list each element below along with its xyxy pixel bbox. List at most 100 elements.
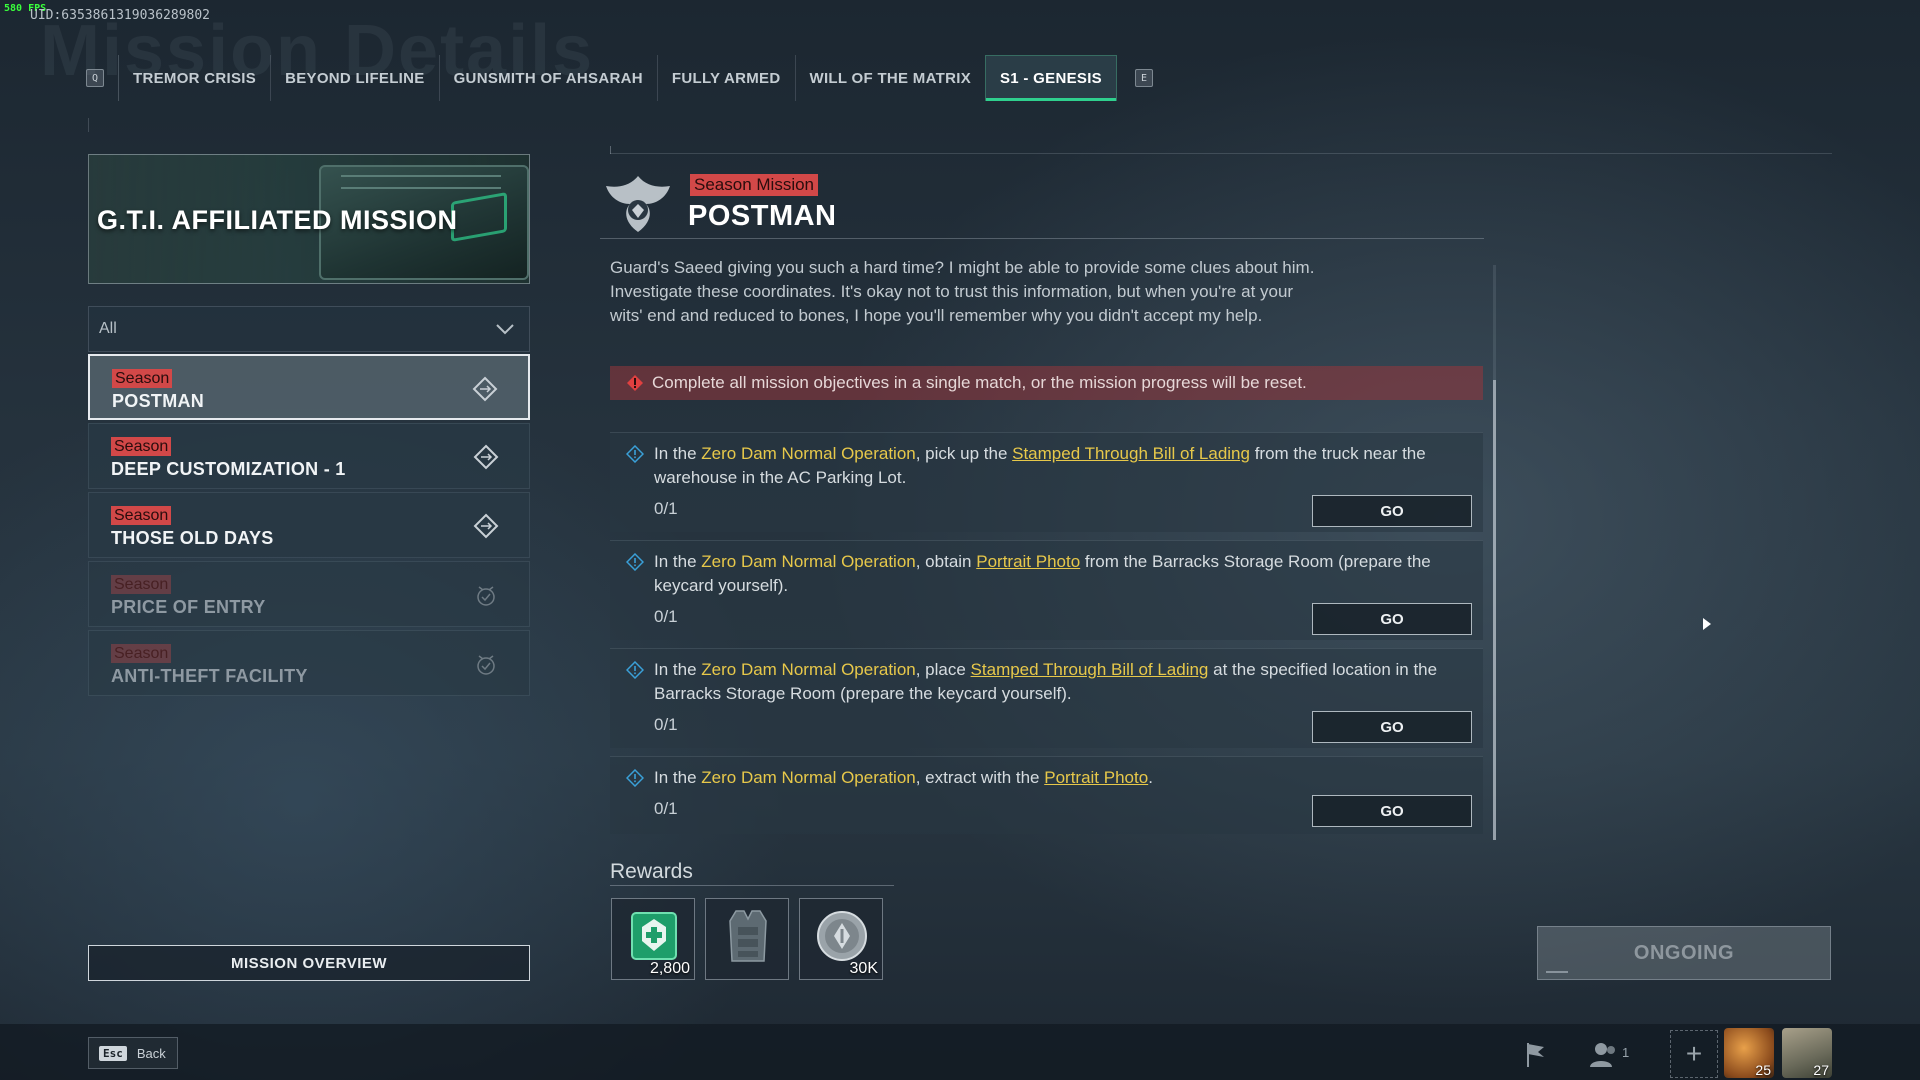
objective-info-icon (626, 661, 644, 679)
season-badge: Season (111, 437, 172, 456)
detail-scrollbar-thumb[interactable] (1493, 380, 1496, 840)
objective-text-part: , extract with the (915, 768, 1045, 787)
reward-item[interactable] (705, 898, 789, 980)
rewards-divider (610, 885, 894, 886)
objective-progress: 0/1 (654, 799, 678, 818)
item-link[interactable]: Portrait Photo (976, 552, 1080, 571)
back-button[interactable]: Esc Back (88, 1037, 178, 1069)
header-divider (610, 153, 1832, 154)
armor-vest-icon (729, 910, 767, 962)
objective-info-icon (626, 769, 644, 787)
go-button[interactable]: GO (1312, 711, 1472, 743)
esc-key: Esc (99, 1045, 127, 1061)
tab-fully-armed[interactable]: FULLY ARMED (656, 55, 795, 101)
objective-text: In the Zero Dam Normal Operation, pick u… (654, 442, 1464, 490)
add-squad-member-button[interactable]: + (1670, 1030, 1718, 1078)
avatar-level: 27 (1813, 1062, 1829, 1078)
chevron-down-icon (496, 324, 514, 335)
warning-icon (627, 375, 643, 391)
season-badge: Season (112, 369, 173, 388)
reward-item[interactable]: 30K (799, 898, 883, 980)
diamond-arrows-icon (473, 513, 499, 539)
objective-item: In the Zero Dam Normal Operation, pick u… (610, 432, 1483, 532)
friends-icon[interactable] (1586, 1037, 1622, 1073)
banner-title: G.T.I. AFFILIATED MISSION (97, 205, 458, 235)
go-button[interactable]: GO (1312, 603, 1472, 635)
season-mission-tag: Season Mission (690, 174, 819, 196)
mission-name: THOSE OLD DAYS (111, 528, 274, 548)
tab-beyond-lifeline[interactable]: BEYOND LIFELINE (270, 55, 439, 101)
go-button[interactable]: GO (1312, 795, 1472, 827)
objective-text-part: In the (654, 660, 702, 679)
objective-item: In the Zero Dam Normal Operation, extrac… (610, 756, 1483, 834)
objective-text-part: , pick up the (915, 444, 1013, 463)
title-divider (600, 238, 1484, 239)
header-divider-tick (610, 146, 611, 154)
avatar-level: 25 (1755, 1062, 1771, 1078)
completed-check-icon (477, 655, 495, 675)
mission-item-price-of-entry[interactable]: Season PRICE OF ENTRY (88, 561, 530, 627)
tab-tremor-crisis[interactable]: TREMOR CRISIS (118, 55, 270, 101)
eagle-emblem-icon (606, 176, 670, 232)
objective-text-part: , obtain (915, 552, 977, 571)
objective-text-part: In the (654, 552, 702, 571)
avatar[interactable]: 25 (1724, 1028, 1774, 1078)
flag-icon[interactable] (1518, 1037, 1554, 1073)
filter-value: All (99, 320, 117, 337)
reward-item[interactable]: 2,800 (611, 898, 695, 980)
mission-name: PRICE OF ENTRY (111, 597, 266, 617)
objective-text-part: . (1148, 768, 1153, 787)
next-tab-key[interactable]: E (1134, 69, 1153, 87)
objective-text-part: In the (654, 444, 702, 463)
season-badge: Season (111, 575, 172, 594)
warning-text: Complete all mission objectives in a sin… (652, 373, 1307, 392)
objective-progress: 0/1 (654, 715, 678, 734)
objective-info-icon (626, 553, 644, 571)
diamond-arrows-icon (472, 376, 498, 402)
decorative-divider (88, 118, 538, 132)
mission-name: ANTI-THEFT FACILITY (111, 666, 308, 686)
reward-value: 2,800 (649, 960, 690, 977)
mission-item-deep-customization[interactable]: Season DEEP CUSTOMIZATION - 1 (88, 423, 530, 489)
map-name: Zero Dam Normal Operation (701, 660, 916, 679)
objective-text-part: , place (915, 660, 971, 679)
objective-text: In the Zero Dam Normal Operation, place … (654, 658, 1464, 706)
objective-item: In the Zero Dam Normal Operation, obtain… (610, 540, 1483, 640)
mission-overview-button[interactable]: MISSION OVERVIEW (88, 945, 530, 981)
bottom-bar (0, 1024, 1920, 1080)
item-link[interactable]: Stamped Through Bill of Lading (971, 660, 1209, 679)
friends-count: 1 (1622, 1045, 1630, 1060)
mouse-cursor-icon (1703, 618, 1711, 630)
tab-list: TREMOR CRISIS BEYOND LIFELINE GUNSMITH O… (118, 55, 1117, 101)
tab-s1-genesis[interactable]: S1 - GENESIS (985, 55, 1117, 101)
rewards-heading: Rewards (610, 860, 693, 883)
objective-item: In the Zero Dam Normal Operation, place … (610, 648, 1483, 748)
mission-detail-scroll[interactable]: Guard's Saeed giving you such a hard tim… (610, 260, 1490, 840)
go-button[interactable]: GO (1312, 495, 1472, 527)
mission-category-banner: G.T.I. AFFILIATED MISSION (88, 154, 530, 284)
season-badge: Season (111, 644, 172, 663)
mission-name: POSTMAN (112, 391, 205, 411)
map-name: Zero Dam Normal Operation (701, 768, 916, 787)
tab-will-of-the-matrix[interactable]: WILL OF THE MATRIX (794, 55, 986, 101)
tab-gunsmith-of-ahsarah[interactable]: GUNSMITH OF AHSARAH (438, 55, 657, 101)
avatar[interactable]: 27 (1782, 1028, 1832, 1078)
objective-text: In the Zero Dam Normal Operation, extrac… (654, 766, 1464, 790)
item-link[interactable]: Stamped Through Bill of Lading (1012, 444, 1250, 463)
diamond-arrows-icon (473, 444, 499, 470)
mission-filter-dropdown[interactable]: All (88, 306, 530, 352)
mission-status-button[interactable]: ONGOING (1537, 926, 1831, 980)
prev-tab-key[interactable]: Q (86, 69, 104, 87)
mission-item-postman[interactable]: Season POSTMAN (88, 354, 530, 420)
mission-item-anti-theft-facility[interactable]: Season ANTI-THEFT FACILITY (88, 630, 530, 696)
mission-title: POSTMAN (688, 200, 837, 232)
mission-list: Season POSTMAN Season DEEP CUSTOMIZATION… (88, 354, 530, 699)
map-name: Zero Dam Normal Operation (701, 552, 916, 571)
completed-check-icon (477, 586, 495, 606)
objective-info-icon (626, 445, 644, 463)
mission-item-those-old-days[interactable]: Season THOSE OLD DAYS (88, 492, 530, 558)
mission-description: Guard's Saeed giving you such a hard tim… (610, 260, 1315, 325)
season-badge: Season (111, 506, 172, 525)
silver-coin-icon (817, 911, 867, 961)
item-link[interactable]: Portrait Photo (1044, 768, 1148, 787)
